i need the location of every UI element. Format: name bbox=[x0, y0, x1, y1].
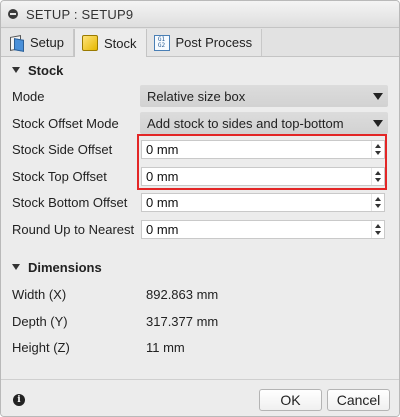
round-input[interactable]: 0 mm bbox=[141, 219, 385, 239]
tab-stock[interactable]: Stock bbox=[73, 29, 147, 57]
stock-icon bbox=[81, 35, 98, 51]
window-close-icon[interactable] bbox=[8, 9, 18, 19]
bottom-offset-input[interactable]: 0 mm bbox=[141, 192, 385, 212]
offset-mode-row: Stock Offset Mode Add stock to sides and… bbox=[1, 110, 399, 136]
round-value[interactable]: 0 mm bbox=[142, 222, 371, 237]
dialog-footer: i OK Cancel bbox=[1, 379, 399, 416]
stock-section-header[interactable]: Stock bbox=[1, 59, 399, 81]
round-stepper[interactable] bbox=[371, 220, 384, 238]
tab-post-process[interactable]: G1 G2 Post Process bbox=[146, 29, 263, 56]
mode-row: Mode Relative size box bbox=[1, 83, 399, 109]
tab-bar: Setup Stock G1 G2 Post Process bbox=[1, 28, 399, 57]
ok-button[interactable]: OK bbox=[259, 389, 322, 411]
bottom-offset-label: Stock Bottom Offset bbox=[12, 194, 128, 210]
setup-dialog: SETUP : SETUP9 Setup Stock G1 G2 Post Pr… bbox=[0, 0, 400, 417]
side-offset-label: Stock Side Offset bbox=[12, 141, 113, 157]
stepper-down-icon[interactable] bbox=[375, 203, 381, 208]
stepper-up-icon[interactable] bbox=[375, 143, 381, 148]
dimensions-section-header[interactable]: Dimensions bbox=[1, 256, 399, 278]
tab-stock-label: Stock bbox=[103, 35, 137, 51]
side-offset-value[interactable]: 0 mm bbox=[142, 142, 371, 157]
tab-setup-label: Setup bbox=[30, 35, 64, 50]
top-offset-stepper[interactable] bbox=[371, 167, 384, 185]
collapse-caret-icon bbox=[12, 264, 20, 270]
offset-mode-label: Stock Offset Mode bbox=[12, 115, 119, 131]
bottom-offset-stepper[interactable] bbox=[371, 193, 384, 211]
collapse-caret-icon bbox=[12, 67, 20, 73]
height-label: Height (Z) bbox=[12, 339, 70, 355]
setup-icon bbox=[8, 35, 24, 51]
window-title: SETUP : SETUP9 bbox=[26, 6, 134, 22]
stepper-down-icon[interactable] bbox=[375, 177, 381, 182]
stepper-up-icon[interactable] bbox=[375, 223, 381, 228]
depth-row: Depth (Y) 317.377 mm bbox=[1, 308, 399, 334]
title-bar[interactable]: SETUP : SETUP9 bbox=[1, 1, 399, 28]
stepper-down-icon[interactable] bbox=[375, 150, 381, 155]
width-row: Width (X) 892.863 mm bbox=[1, 281, 399, 307]
info-icon[interactable]: i bbox=[13, 394, 25, 406]
offset-mode-dropdown[interactable]: Add stock to sides and top-bottom bbox=[140, 112, 388, 134]
round-label: Round Up to Nearest bbox=[12, 221, 135, 237]
stock-section-title: Stock bbox=[28, 62, 64, 78]
height-row: Height (Z) 11 mm bbox=[1, 334, 399, 360]
mode-label: Mode bbox=[12, 88, 45, 104]
depth-value: 317.377 mm bbox=[146, 313, 219, 329]
stepper-up-icon[interactable] bbox=[375, 170, 381, 175]
stepper-up-icon[interactable] bbox=[375, 196, 381, 201]
top-offset-label: Stock Top Offset bbox=[12, 168, 107, 184]
width-label: Width (X) bbox=[12, 286, 67, 302]
depth-label: Depth (Y) bbox=[12, 313, 68, 329]
tab-post-process-label: Post Process bbox=[175, 35, 253, 50]
bottom-offset-row: Stock Bottom Offset 0 mm bbox=[1, 189, 399, 215]
top-offset-input[interactable]: 0 mm bbox=[141, 166, 385, 186]
round-row: Round Up to Nearest 0 mm bbox=[1, 216, 399, 242]
bottom-offset-value[interactable]: 0 mm bbox=[142, 195, 371, 210]
width-value: 892.863 mm bbox=[146, 286, 219, 302]
top-offset-value[interactable]: 0 mm bbox=[142, 169, 371, 184]
cancel-button[interactable]: Cancel bbox=[327, 389, 390, 411]
dropdown-arrow-icon bbox=[373, 120, 383, 127]
offset-mode-value: Add stock to sides and top-bottom bbox=[147, 115, 344, 131]
dimensions-section-title: Dimensions bbox=[28, 259, 102, 275]
post-process-icon: G1 G2 bbox=[153, 34, 170, 51]
side-offset-stepper[interactable] bbox=[371, 140, 384, 158]
mode-value: Relative size box bbox=[147, 88, 246, 104]
stepper-down-icon[interactable] bbox=[375, 230, 381, 235]
top-offset-row: Stock Top Offset 0 mm bbox=[1, 163, 399, 189]
side-offset-row: Stock Side Offset 0 mm bbox=[1, 136, 399, 162]
mode-dropdown[interactable]: Relative size box bbox=[140, 85, 388, 107]
tab-setup[interactable]: Setup bbox=[1, 29, 74, 56]
side-offset-input[interactable]: 0 mm bbox=[141, 139, 385, 159]
dropdown-arrow-icon bbox=[373, 93, 383, 100]
height-value: 11 mm bbox=[146, 339, 185, 355]
